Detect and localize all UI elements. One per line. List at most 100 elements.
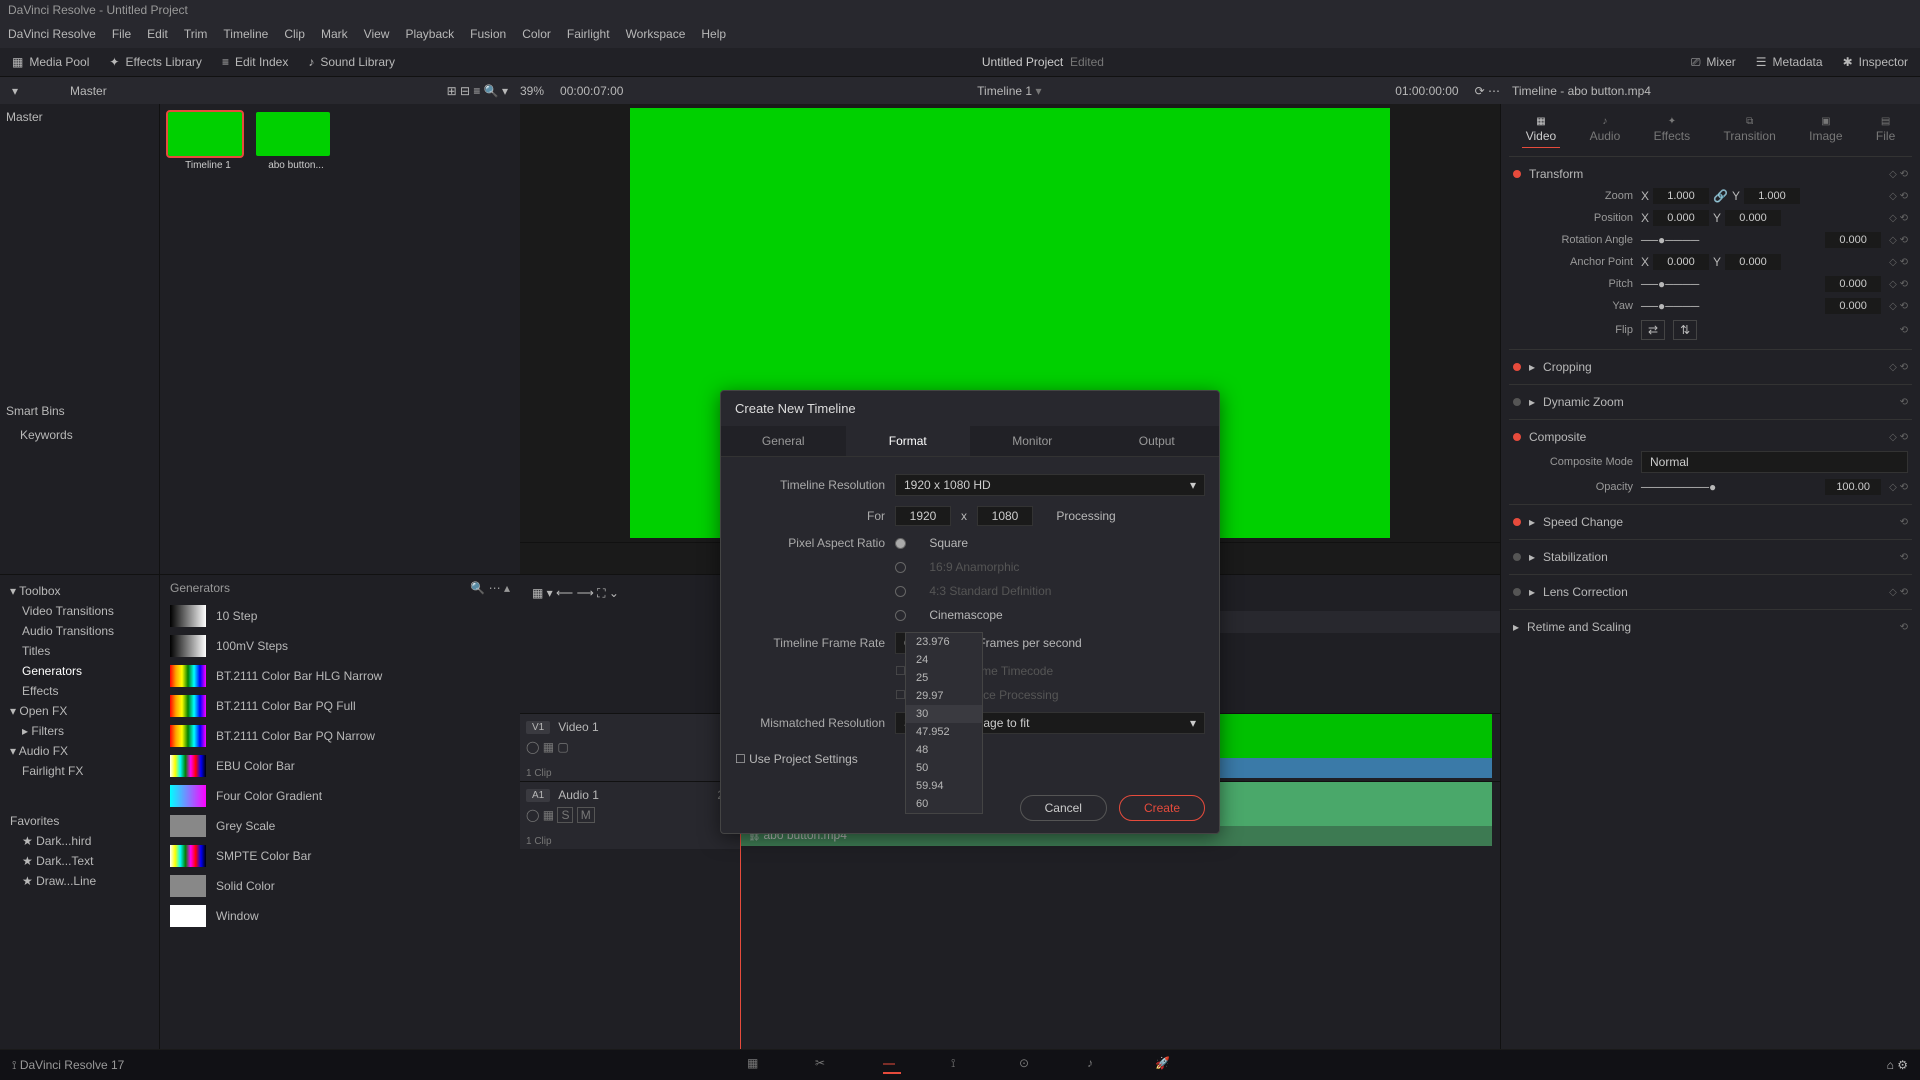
cancel-button[interactable]: Cancel	[1020, 795, 1107, 821]
gen-bt2111-hlg[interactable]: BT.2111 Color Bar HLG Narrow	[160, 661, 520, 691]
page-cut[interactable]: ✂	[815, 1056, 833, 1074]
gen-ebu[interactable]: EBU Color Bar	[160, 751, 520, 781]
menu-edit[interactable]: Edit	[147, 27, 168, 41]
gen-fourcolor[interactable]: Four Color Gradient	[160, 781, 520, 811]
res-height[interactable]	[977, 506, 1033, 526]
zoom-y[interactable]	[1744, 188, 1800, 204]
sec-transform[interactable]: Transform◇ ⟲	[1513, 163, 1908, 185]
fps-29-97[interactable]: 29.97	[906, 687, 982, 705]
par-sd[interactable]	[895, 586, 906, 597]
effects-library-toggle[interactable]: ✦Effects Library	[109, 55, 202, 69]
gen-solid[interactable]: Solid Color	[160, 871, 520, 901]
par-cinemascope[interactable]	[895, 610, 906, 621]
fx-toolbox[interactable]: ▾ Toolbox	[6, 581, 153, 601]
pos-x[interactable]	[1653, 210, 1709, 226]
menu-help[interactable]: Help	[701, 27, 726, 41]
fx-fav-3[interactable]: ★ Draw...Line	[6, 871, 153, 891]
page-fusion[interactable]: ⟟	[951, 1056, 969, 1074]
use-project-settings[interactable]: ☐ Use Project Settings	[735, 752, 858, 766]
zoom-level[interactable]: 39%	[520, 84, 544, 98]
menu-file[interactable]: File	[112, 27, 131, 41]
menu-mark[interactable]: Mark	[321, 27, 348, 41]
timeline-resolution[interactable]: 1920 x 1080 HD▾	[895, 474, 1205, 496]
inspector-toggle[interactable]: ✱Inspector	[1843, 55, 1908, 70]
fx-titles[interactable]: Titles	[6, 641, 153, 661]
clip-abo-button[interactable]: abo button...	[256, 112, 336, 171]
menu-view[interactable]: View	[364, 27, 390, 41]
tl-tools[interactable]: ▦ ▾ ⟵ ⟶ ⛶ ⌄	[532, 586, 619, 601]
gen-10step[interactable]: 10 Step	[160, 601, 520, 631]
sound-library-toggle[interactable]: ♪Sound Library	[308, 55, 395, 69]
fx-openfx[interactable]: ▾ Open FX	[6, 701, 153, 721]
insp-tab-video[interactable]: ▦Video	[1522, 112, 1560, 148]
fx-fav-1[interactable]: ★ Dark...hird	[6, 831, 153, 851]
par-anamorphic[interactable]	[895, 562, 906, 573]
gen-100mv[interactable]: 100mV Steps	[160, 631, 520, 661]
timeline-name[interactable]: Timeline 1	[977, 84, 1032, 98]
sec-composite[interactable]: Composite◇ ⟲	[1513, 426, 1908, 448]
menu-color[interactable]: Color	[522, 27, 551, 41]
insp-tab-image[interactable]: ▣Image	[1805, 112, 1846, 148]
fx-audiofx[interactable]: ▾ Audio FX	[6, 741, 153, 761]
fx-generators[interactable]: Generators	[6, 661, 153, 681]
fx-video-transitions[interactable]: Video Transitions	[6, 601, 153, 621]
metadata-toggle[interactable]: ☰Metadata	[1756, 55, 1823, 70]
gen-bt2111-pqfull[interactable]: BT.2111 Color Bar PQ Full	[160, 691, 520, 721]
insp-tab-transition[interactable]: ⧉Transition	[1720, 112, 1780, 148]
page-media[interactable]: ▦	[747, 1056, 765, 1074]
dlg-tab-output[interactable]: Output	[1095, 426, 1220, 456]
clip-timeline1[interactable]: Timeline 1	[168, 112, 248, 171]
flip-h[interactable]: ⇄	[1641, 320, 1665, 340]
page-fairlight[interactable]: ♪	[1087, 1056, 1105, 1074]
menu-davinci[interactable]: DaVinci Resolve	[8, 27, 96, 41]
menu-workspace[interactable]: Workspace	[626, 27, 686, 41]
fps-48[interactable]: 48	[906, 741, 982, 759]
anchor-y[interactable]	[1725, 254, 1781, 270]
insp-tab-audio[interactable]: ♪Audio	[1586, 112, 1625, 148]
dlg-tab-format[interactable]: Format	[846, 426, 971, 456]
page-deliver[interactable]: 🚀	[1155, 1056, 1173, 1074]
sec-dynamiczoom[interactable]: ▸ Dynamic Zoom⟲	[1513, 391, 1908, 413]
fps-30[interactable]: 30	[906, 705, 982, 723]
menu-fusion[interactable]: Fusion	[470, 27, 506, 41]
menu-clip[interactable]: Clip	[284, 27, 305, 41]
fx-filters[interactable]: ▸ Filters	[6, 721, 153, 741]
smart-bin-keywords[interactable]: Keywords	[6, 428, 153, 442]
gen-window[interactable]: Window	[160, 901, 520, 931]
sec-speed[interactable]: ▸ Speed Change⟲	[1513, 511, 1908, 533]
fx-fav-2[interactable]: ★ Dark...Text	[6, 851, 153, 871]
fps-23-976[interactable]: 23.976	[906, 633, 982, 651]
gen-bt2111-pqnarrow[interactable]: BT.2111 Color Bar PQ Narrow	[160, 721, 520, 751]
gen-smpte[interactable]: SMPTE Color Bar	[160, 841, 520, 871]
sec-retime[interactable]: ▸ Retime and Scaling⟲	[1513, 616, 1908, 638]
pos-y[interactable]	[1725, 210, 1781, 226]
create-button[interactable]: Create	[1119, 795, 1205, 821]
opacity[interactable]	[1825, 479, 1881, 495]
page-color[interactable]: ⊙	[1019, 1056, 1037, 1074]
menu-playback[interactable]: Playback	[405, 27, 454, 41]
fps-60[interactable]: 60	[906, 795, 982, 813]
sec-stabilization[interactable]: ▸ Stabilization⟲	[1513, 546, 1908, 568]
gen-greyscale[interactable]: Grey Scale	[160, 811, 520, 841]
sec-cropping[interactable]: ▸ Cropping◇ ⟲	[1513, 356, 1908, 378]
menu-fairlight[interactable]: Fairlight	[567, 27, 610, 41]
par-square[interactable]	[895, 538, 906, 549]
page-edit[interactable]: ⎯⎯	[883, 1056, 901, 1074]
mixer-toggle[interactable]: ⎚Mixer	[1691, 55, 1736, 70]
fx-audio-transitions[interactable]: Audio Transitions	[6, 621, 153, 641]
menu-timeline[interactable]: Timeline	[223, 27, 268, 41]
flip-v[interactable]: ⇅	[1673, 320, 1697, 340]
anchor-x[interactable]	[1653, 254, 1709, 270]
insp-tab-file[interactable]: ▤File	[1872, 112, 1899, 148]
media-pool-toggle[interactable]: ▦Media Pool	[12, 55, 89, 69]
fps-24[interactable]: 24	[906, 651, 982, 669]
res-width[interactable]	[895, 506, 951, 526]
dlg-tab-general[interactable]: General	[721, 426, 846, 456]
smart-bins-header[interactable]: Smart Bins	[6, 404, 153, 418]
dlg-tab-monitor[interactable]: Monitor	[970, 426, 1095, 456]
bin-master[interactable]: Master	[6, 110, 153, 124]
fps-25[interactable]: 25	[906, 669, 982, 687]
composite-mode[interactable]: Normal	[1641, 451, 1908, 473]
edit-index-toggle[interactable]: ≡Edit Index	[222, 55, 288, 69]
menu-trim[interactable]: Trim	[184, 27, 208, 41]
